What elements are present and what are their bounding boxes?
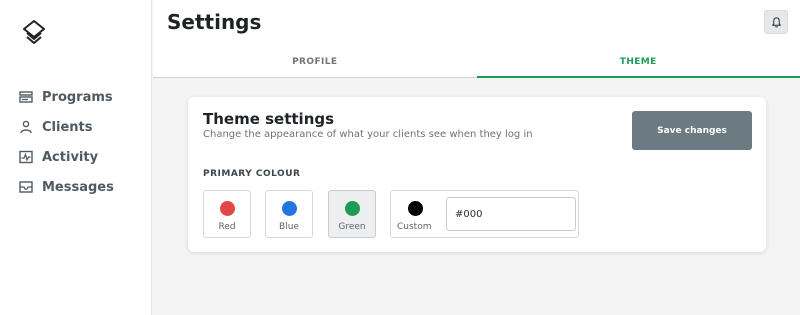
sidebar-item-clients[interactable]: Clients bbox=[18, 112, 114, 142]
primary-colour-label: PRIMARY COLOUR bbox=[203, 169, 301, 179]
sidebar-item-label: Clients bbox=[42, 119, 93, 135]
bell-icon bbox=[771, 13, 782, 32]
app: Programs Clients Activity Messages Setti… bbox=[0, 0, 800, 315]
colour-option-green[interactable]: Green bbox=[328, 190, 376, 238]
custom-colour-dot bbox=[408, 201, 423, 216]
stacked-layers-logo-icon[interactable] bbox=[22, 20, 46, 46]
activity-icon bbox=[18, 149, 34, 165]
settings-tabs: PROFILE THEME bbox=[153, 46, 800, 78]
colour-option-label: Custom bbox=[397, 222, 432, 232]
messages-icon bbox=[18, 179, 34, 195]
colour-option-red[interactable]: Red bbox=[203, 190, 251, 238]
colour-option-blue[interactable]: Blue bbox=[265, 190, 313, 238]
sidebar-item-label: Activity bbox=[42, 149, 99, 165]
sidebar-nav: Programs Clients Activity Messages bbox=[18, 82, 114, 202]
green-colour-dot bbox=[345, 201, 360, 216]
custom-colour-input[interactable] bbox=[446, 197, 576, 231]
colour-option-label: Green bbox=[338, 222, 366, 232]
sidebar-item-messages[interactable]: Messages bbox=[18, 172, 114, 202]
sidebar-item-activity[interactable]: Activity bbox=[18, 142, 114, 172]
colour-option-label: Blue bbox=[279, 222, 299, 232]
sidebar-item-label: Programs bbox=[42, 89, 113, 105]
sidebar-item-label: Messages bbox=[42, 179, 114, 195]
colour-option-label: Red bbox=[218, 222, 236, 232]
notifications-button[interactable] bbox=[764, 10, 788, 34]
card-subtitle: Change the appearance of what your clien… bbox=[203, 129, 533, 140]
page-title: Settings bbox=[167, 10, 262, 34]
tab-profile[interactable]: PROFILE bbox=[153, 46, 477, 77]
colour-option-custom[interactable]: Custom bbox=[390, 190, 579, 238]
blue-colour-dot bbox=[282, 201, 297, 216]
save-changes-button[interactable]: Save changes bbox=[632, 111, 752, 150]
theme-settings-card: Theme settings Change the appearance of … bbox=[188, 97, 766, 252]
header: Settings bbox=[153, 0, 800, 46]
sidebar-item-programs[interactable]: Programs bbox=[18, 82, 114, 112]
clients-icon bbox=[18, 119, 34, 135]
red-colour-dot bbox=[220, 201, 235, 216]
tab-theme[interactable]: THEME bbox=[476, 46, 800, 78]
programs-icon bbox=[18, 89, 34, 105]
sidebar: Programs Clients Activity Messages bbox=[0, 0, 152, 315]
card-title: Theme settings bbox=[203, 110, 335, 128]
